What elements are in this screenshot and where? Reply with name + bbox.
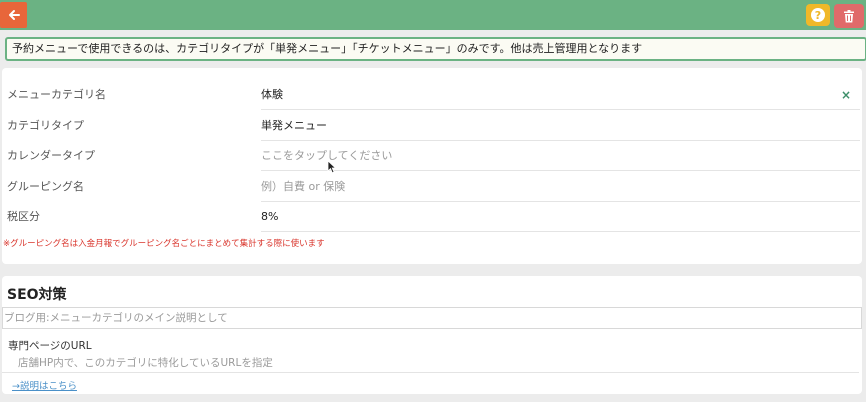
field-label: 税区分: [7, 210, 40, 223]
form-row-grouping-name: グルーピング名 例）自費 or 保険: [2, 172, 862, 202]
special-page-url-input[interactable]: 店舗HP内で、このカテゴリに特化しているURLを指定: [2, 353, 859, 373]
tax-category-select[interactable]: 8%: [261, 202, 860, 232]
mouse-cursor-icon: [327, 160, 337, 174]
field-label: カテゴリタイプ: [7, 119, 84, 132]
arrow-left-icon: [8, 10, 20, 20]
header-bar: ?: [0, 0, 866, 30]
field-label: メニューカテゴリ名: [7, 88, 106, 101]
grouping-name-input[interactable]: 例）自費 or 保険: [261, 172, 860, 202]
field-label: カレンダータイプ: [7, 149, 95, 162]
url-field-label: 専門ページのURL: [8, 340, 92, 352]
form-row-calendar-type: カレンダータイプ ここをタップしてください: [2, 141, 862, 171]
category-type-select[interactable]: 単発メニュー: [261, 111, 860, 141]
field-value: 体験: [261, 88, 283, 101]
form-row-category-type: カテゴリタイプ 単発メニュー: [2, 111, 862, 141]
help-button[interactable]: ?: [806, 4, 830, 26]
explanation-link[interactable]: →説明はこちら: [12, 378, 77, 392]
field-label: グルーピング名: [7, 180, 84, 193]
delete-button[interactable]: [834, 4, 864, 28]
back-button[interactable]: [0, 2, 27, 28]
clear-icon[interactable]: ×: [840, 89, 852, 101]
question-circle-icon: ?: [811, 8, 825, 22]
category-form-card: メニューカテゴリ名 体験 × カテゴリタイプ 単発メニュー カレンダータイプ こ…: [2, 68, 862, 264]
form-row-tax-category: 税区分 8%: [2, 202, 862, 232]
grouping-note: ※グルーピング名は入金月報でグルーピング名ごとにまとめて集計する際に使います: [3, 239, 325, 249]
seo-section-title: SEO対策: [7, 287, 67, 303]
calendar-type-select[interactable]: ここをタップしてください: [261, 141, 860, 171]
seo-description-textarea[interactable]: ブログ用:メニューカテゴリのメイン説明として: [2, 307, 862, 329]
trash-icon: [844, 9, 854, 22]
seo-card: SEO対策 ブログ用:メニューカテゴリのメイン説明として 専門ページのURL 店…: [2, 276, 862, 394]
notice-banner: 予約メニューで使用できるのは、カテゴリタイプが「単発メニュー」「チケットメニュー…: [5, 37, 866, 61]
form-row-category-name: メニューカテゴリ名 体験 ×: [2, 80, 862, 110]
category-name-input[interactable]: 体験 ×: [261, 80, 860, 110]
